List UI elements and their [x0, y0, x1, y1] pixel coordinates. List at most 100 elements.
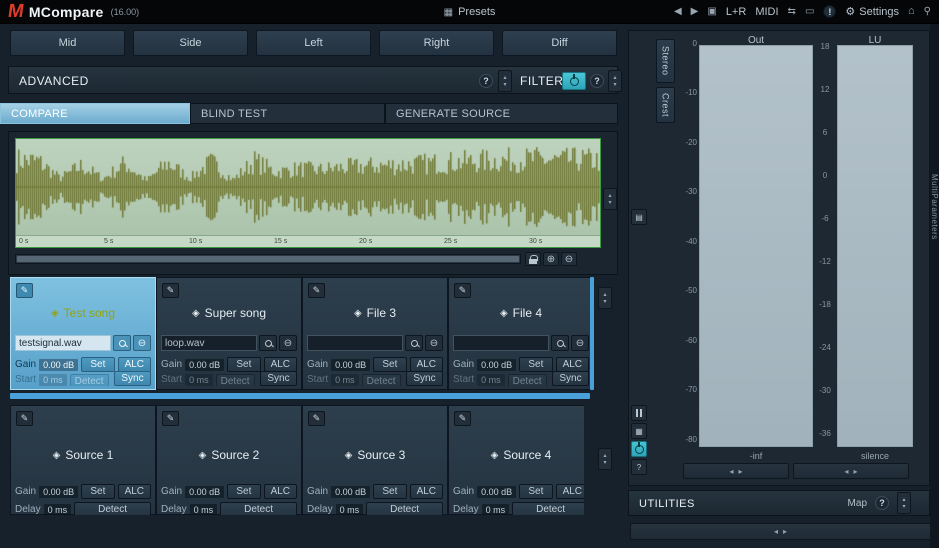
alc-button[interactable]: ALC: [556, 484, 584, 499]
multiparameters-strip[interactable]: MultiParameters: [930, 24, 939, 548]
sync-button[interactable]: Sync: [552, 371, 589, 386]
waveform-hscrollbar[interactable]: [15, 254, 521, 264]
tab-compare[interactable]: COMPARE: [0, 103, 190, 124]
search-file-button[interactable]: [259, 335, 277, 351]
file-slot[interactable]: ✎ ◈ File 3 ⊖ Gain 0.00 dB Set ALC Start …: [302, 277, 448, 390]
detect-button[interactable]: Detect: [366, 502, 443, 515]
loop-icon[interactable]: ⇆: [788, 7, 796, 17]
map-button[interactable]: Map: [848, 498, 867, 509]
filename-input[interactable]: [307, 335, 403, 351]
zoom-out-button[interactable]: ⊖: [561, 252, 577, 266]
waveform-stepper[interactable]: ▴ ▾: [603, 188, 617, 210]
set-button[interactable]: Set: [373, 484, 406, 499]
filter-stepper[interactable]: ▴ ▾: [608, 70, 622, 92]
scrollbar-thumb[interactable]: [17, 256, 519, 262]
start-value[interactable]: 0 ms: [477, 374, 505, 386]
alc-button[interactable]: ALC: [410, 484, 443, 499]
search-file-button[interactable]: [113, 335, 131, 351]
search-file-button[interactable]: [551, 335, 569, 351]
crest-button[interactable]: Crest: [656, 87, 675, 123]
filter-help-icon[interactable]: ?: [590, 74, 604, 88]
gain-value[interactable]: 0.00 dB: [185, 359, 224, 371]
keyboard-button[interactable]: ▤: [631, 209, 647, 225]
home-icon[interactable]: ⌂: [908, 6, 915, 17]
source-slot[interactable]: ✎ ◈ Source 3 Gain 0.00 dB Set ALC Delay …: [302, 405, 448, 515]
channel-side-button[interactable]: Side: [133, 30, 248, 56]
files-stepper[interactable]: ▴ ▾: [598, 287, 612, 309]
tab-generate-source[interactable]: GENERATE SOURCE: [385, 103, 618, 124]
start-value[interactable]: 0 ms: [39, 374, 67, 386]
set-button[interactable]: Set: [519, 357, 552, 372]
filename-input[interactable]: [15, 335, 111, 351]
utilities-label[interactable]: UTILITIES: [639, 498, 695, 510]
sync-button[interactable]: Sync: [114, 371, 151, 386]
set-button[interactable]: Set: [81, 357, 114, 372]
gain-value[interactable]: 0.00 dB: [331, 359, 370, 371]
filename-input[interactable]: [453, 335, 549, 351]
out-meter-bar[interactable]: [699, 45, 813, 447]
start-value[interactable]: 0 ms: [331, 374, 359, 386]
melda-logo[interactable]: M: [7, 2, 25, 21]
advanced-label[interactable]: ADVANCED: [19, 74, 89, 88]
delay-value[interactable]: 0 ms: [190, 504, 218, 516]
meter-help-button[interactable]: ?: [631, 459, 647, 475]
file-slot[interactable]: ✎ ◈ Super song ⊖ Gain 0.00 dB Set ALC St…: [156, 277, 302, 390]
monitor-icon[interactable]: ▭: [805, 7, 814, 17]
lu-meter-bar[interactable]: [837, 45, 913, 447]
edit-button[interactable]: ✎: [16, 411, 33, 426]
film-button[interactable]: ▦: [631, 423, 647, 439]
detect-button[interactable]: Detect: [216, 374, 255, 386]
file-slot[interactable]: ✎ ◈ Test song ⊖ Gain 0.00 dB Set ALC Sta…: [10, 277, 156, 390]
set-button[interactable]: Set: [227, 357, 260, 372]
delay-value[interactable]: 0 ms: [44, 504, 72, 516]
next-preset-icon[interactable]: ▶: [691, 7, 699, 17]
set-button[interactable]: Set: [519, 484, 552, 499]
channel-right-button[interactable]: Right: [379, 30, 494, 56]
waveform-display[interactable]: 0 s 5 s 10 s 15 s 20 s 25 s 30 s: [15, 138, 601, 248]
sync-button[interactable]: Sync: [260, 371, 297, 386]
advanced-stepper[interactable]: ▴ ▾: [498, 70, 512, 92]
detect-button[interactable]: Detect: [74, 502, 151, 515]
alc-button[interactable]: ALC: [556, 357, 589, 372]
start-value[interactable]: 0 ms: [185, 374, 213, 386]
channel-diff-button[interactable]: Diff: [502, 30, 617, 56]
gain-value[interactable]: 0.00 dB: [477, 359, 516, 371]
remove-file-button[interactable]: ⊖: [133, 335, 151, 351]
filename-input[interactable]: [161, 335, 257, 351]
edit-button[interactable]: ✎: [454, 411, 471, 426]
files-vscrollbar[interactable]: [590, 277, 594, 390]
gain-value[interactable]: 0.00 dB: [39, 359, 78, 371]
alc-button[interactable]: ALC: [264, 357, 297, 372]
source-slot[interactable]: ✎ ◈ Source 4 Gain 0.00 dB Set ALC Delay …: [448, 405, 584, 515]
meter-power-button[interactable]: [631, 441, 647, 457]
lu-meter-mode-button[interactable]: ◂ ▸: [793, 463, 909, 479]
tab-blind-test[interactable]: BLIND TEST: [190, 103, 385, 124]
remove-file-button[interactable]: ⊖: [571, 335, 589, 351]
utilities-help-icon[interactable]: ?: [875, 496, 889, 510]
bottom-expander-button[interactable]: ◂ ▸: [630, 523, 931, 540]
files-hscrollbar[interactable]: [10, 393, 590, 399]
previous-preset-icon[interactable]: ◀: [674, 7, 682, 17]
gain-value[interactable]: 0.00 dB: [331, 486, 370, 498]
settings-button[interactable]: ⚙ Settings: [845, 5, 899, 18]
zoom-lock-button[interactable]: [525, 252, 541, 266]
alc-button[interactable]: ALC: [118, 484, 151, 499]
file-slot[interactable]: ✎ ◈ File 4 ⊖ Gain 0.00 dB Set ALC Start …: [448, 277, 594, 390]
edit-button[interactable]: ✎: [454, 283, 471, 298]
edit-button[interactable]: ✎: [16, 283, 33, 298]
filter-power-button[interactable]: [562, 72, 586, 90]
gain-value[interactable]: 0.00 dB: [39, 486, 78, 498]
edit-button[interactable]: ✎: [308, 411, 325, 426]
gain-value[interactable]: 0.00 dB: [477, 486, 516, 498]
detect-button[interactable]: Detect: [362, 374, 401, 386]
channel-mid-button[interactable]: Mid: [10, 30, 125, 56]
zoom-in-button[interactable]: ⊕: [543, 252, 559, 266]
set-button[interactable]: Set: [227, 484, 260, 499]
advanced-help-icon[interactable]: ?: [479, 74, 493, 88]
detect-button[interactable]: Detect: [220, 502, 297, 515]
set-button[interactable]: Set: [373, 357, 406, 372]
remove-file-button[interactable]: ⊖: [279, 335, 297, 351]
presets-button[interactable]: ▦ Presets: [444, 0, 496, 24]
alc-button[interactable]: ALC: [118, 357, 151, 372]
edit-button[interactable]: ✎: [162, 283, 179, 298]
